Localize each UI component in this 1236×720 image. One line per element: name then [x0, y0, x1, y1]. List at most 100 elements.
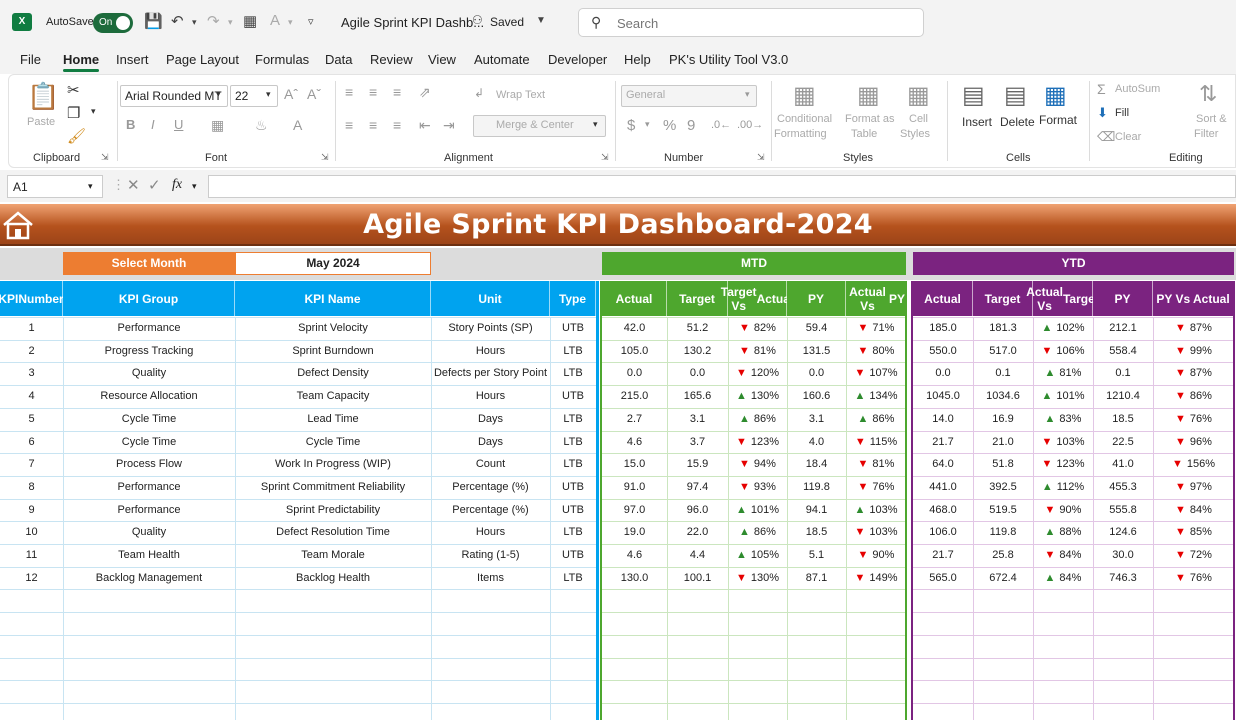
undo-dropdown-icon[interactable]: ▾: [192, 17, 197, 28]
delete-cells-button[interactable]: Delete: [1000, 115, 1035, 129]
undo-icon[interactable]: ↶: [171, 12, 184, 30]
redo-dropdown-icon[interactable]: ▾: [228, 17, 233, 28]
format-as-table-icon[interactable]: ▦: [857, 81, 880, 110]
cancel-icon[interactable]: ✕: [127, 176, 140, 194]
menu-tab-pk-s-utility-tool-v3-0[interactable]: PK's Utility Tool V3.0: [669, 52, 788, 67]
menu-tab-home[interactable]: Home: [63, 52, 99, 67]
copy-icon[interactable]: ❐: [67, 104, 80, 122]
save-icon[interactable]: 💾: [144, 12, 163, 30]
currency-icon[interactable]: $: [627, 117, 635, 134]
percent-icon[interactable]: %: [663, 117, 676, 134]
insert-cells-icon[interactable]: ▤: [962, 81, 985, 110]
sort-filter-label-1[interactable]: Sort &: [1196, 113, 1227, 125]
italic-icon[interactable]: I: [151, 117, 155, 132]
format-painter-icon[interactable]: 🖌: [67, 127, 86, 145]
paste-button[interactable]: Paste: [27, 116, 55, 128]
sort-filter-icon[interactable]: ⇅: [1199, 81, 1217, 107]
bold-icon[interactable]: B: [126, 117, 135, 132]
menu-tab-automate[interactable]: Automate: [474, 52, 530, 67]
font-color-dropdown-icon[interactable]: ▾: [288, 17, 293, 28]
customize-toolbar-icon[interactable]: ▿: [308, 15, 314, 28]
align-top-icon[interactable]: ≡: [345, 84, 353, 100]
align-right-icon[interactable]: ≡: [393, 117, 401, 133]
name-box-dropdown-icon[interactable]: ▾: [88, 181, 93, 192]
font-size-dropdown-icon[interactable]: ▾: [266, 89, 271, 100]
search-input[interactable]: [617, 14, 907, 32]
menu-tab-file[interactable]: File: [20, 52, 41, 67]
font-launcher-icon[interactable]: ⇲: [321, 152, 329, 163]
saved-status[interactable]: Saved: [490, 15, 524, 29]
wrap-text-icon[interactable]: ↲: [474, 86, 484, 100]
cell-styles-label-1[interactable]: Cell: [909, 113, 928, 125]
decrease-font-icon[interactable]: Aˇ: [307, 86, 321, 102]
fill-button[interactable]: Fill: [1115, 107, 1129, 119]
align-center-icon[interactable]: ≡: [369, 117, 377, 133]
sort-filter-label-2[interactable]: Filter: [1194, 128, 1218, 140]
search-box[interactable]: ⚲: [578, 8, 924, 37]
month-selector[interactable]: May 2024: [235, 252, 431, 275]
align-left-icon[interactable]: ≡: [345, 117, 353, 133]
menu-tab-formulas[interactable]: Formulas: [255, 52, 309, 67]
font-name-dropdown-icon[interactable]: ▾: [216, 89, 221, 100]
orientation-icon[interactable]: ⇗: [419, 84, 431, 101]
clear-icon[interactable]: ⌫: [1097, 129, 1115, 145]
cell-styles-icon[interactable]: ▦: [907, 81, 930, 110]
border-icon[interactable]: ▦: [211, 117, 224, 134]
underline-icon[interactable]: U: [174, 117, 183, 132]
merge-dropdown-icon[interactable]: ▾: [593, 119, 598, 130]
saved-dropdown-icon[interactable]: ▼: [536, 15, 546, 26]
increase-indent-icon[interactable]: ⇥: [443, 117, 455, 134]
currency-dropdown-icon[interactable]: ▾: [645, 119, 650, 130]
formula-input[interactable]: [208, 175, 1236, 198]
document-title[interactable]: Agile Sprint KPI Dashb...: [341, 15, 484, 30]
delete-cells-icon[interactable]: ▤: [1004, 81, 1027, 110]
format-as-table-label-2[interactable]: Table: [851, 128, 877, 140]
menu-tab-review[interactable]: Review: [370, 52, 413, 67]
number-format-dropdown-icon[interactable]: ▾: [745, 89, 750, 100]
autosum-icon[interactable]: Σ: [1097, 81, 1106, 97]
fill-icon[interactable]: ⬇: [1097, 105, 1108, 121]
alignment-launcher-icon[interactable]: ⇲: [601, 152, 609, 163]
font-name-select[interactable]: Arial Rounded MT: [120, 85, 228, 107]
align-bottom-icon[interactable]: ≡: [393, 84, 401, 100]
format-cells-button[interactable]: Format: [1039, 113, 1077, 127]
insert-function-icon[interactable]: fx: [172, 177, 182, 193]
menu-tab-page-layout[interactable]: Page Layout: [166, 52, 239, 67]
format-cells-icon[interactable]: ▦: [1044, 81, 1067, 110]
increase-font-icon[interactable]: Aˆ: [284, 86, 298, 102]
font-color-icon[interactable]: A: [270, 12, 280, 29]
menu-tab-developer[interactable]: Developer: [548, 52, 607, 67]
number-launcher-icon[interactable]: ⇲: [757, 152, 765, 163]
fill-color-icon[interactable]: ♨: [255, 117, 268, 134]
wrap-text-button[interactable]: Wrap Text: [496, 89, 545, 101]
insert-cells-button[interactable]: Insert: [962, 115, 992, 129]
borders-icon[interactable]: ▦: [243, 12, 257, 30]
fx-dropdown-icon[interactable]: ▾: [192, 181, 197, 192]
menu-tab-data[interactable]: Data: [325, 52, 352, 67]
conditional-formatting-label-1[interactable]: Conditional: [777, 113, 832, 125]
cut-icon[interactable]: ✂: [67, 81, 80, 99]
clipboard-launcher-icon[interactable]: ⇲: [101, 152, 109, 163]
align-middle-icon[interactable]: ≡: [369, 84, 377, 100]
comma-style-icon[interactable]: 9: [687, 117, 695, 134]
menu-tab-insert[interactable]: Insert: [116, 52, 149, 67]
clear-button[interactable]: Clear: [1115, 131, 1141, 143]
paste-icon[interactable]: 📋: [27, 81, 59, 112]
enter-icon[interactable]: ✓: [148, 176, 161, 194]
autosum-button[interactable]: AutoSum: [1115, 83, 1160, 95]
conditional-formatting-icon[interactable]: ▦: [793, 81, 816, 110]
increase-decimal-icon[interactable]: .0←: [711, 119, 731, 131]
conditional-formatting-label-2[interactable]: Formatting: [774, 128, 827, 140]
decrease-indent-icon[interactable]: ⇤: [419, 117, 431, 134]
menu-tab-help[interactable]: Help: [624, 52, 651, 67]
decrease-decimal-icon[interactable]: .00→: [737, 119, 763, 131]
autosave-toggle[interactable]: On: [93, 13, 133, 33]
copy-dropdown-icon[interactable]: ▾: [91, 106, 96, 117]
number-format-select[interactable]: General: [621, 85, 757, 107]
text-color-icon[interactable]: A: [293, 117, 302, 133]
merge-center-button[interactable]: Merge & Center: [473, 115, 606, 137]
menu-tab-view[interactable]: View: [428, 52, 456, 67]
cell-styles-label-2[interactable]: Styles: [900, 128, 930, 140]
redo-icon[interactable]: ↷: [207, 12, 220, 30]
format-as-table-label-1[interactable]: Format as: [845, 113, 895, 125]
